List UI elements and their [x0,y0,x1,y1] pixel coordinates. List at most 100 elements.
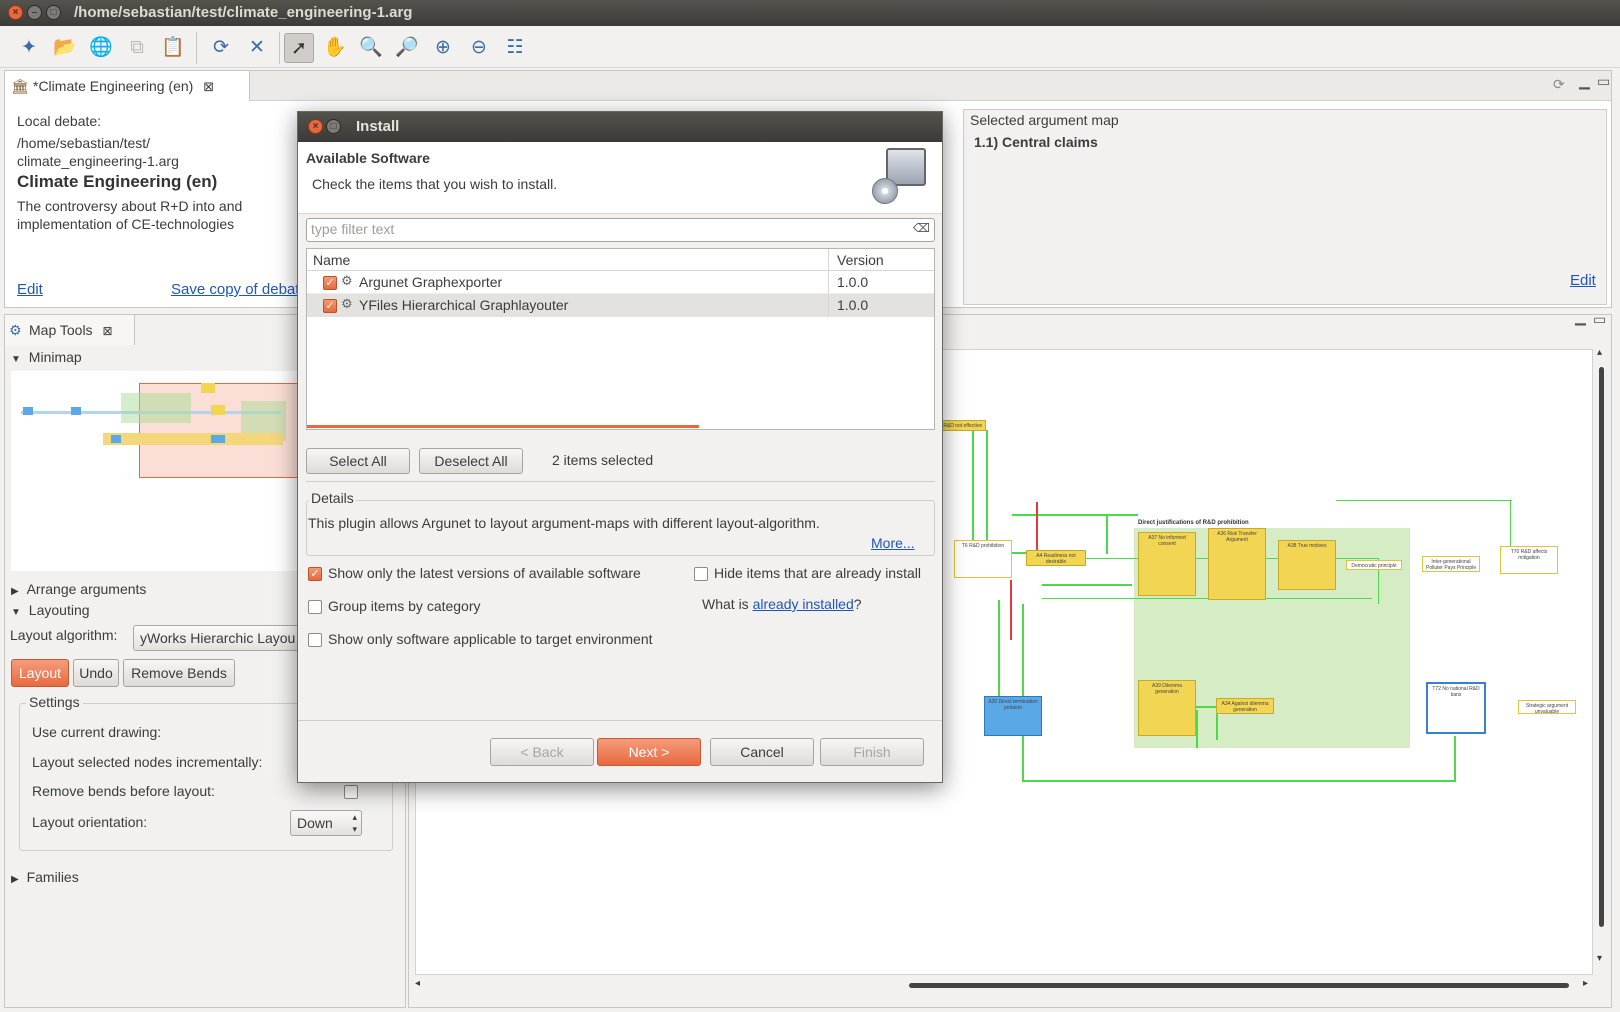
applicable-only-checkbox[interactable] [308,633,322,647]
maximize-window-icon[interactable]: □ [46,5,61,20]
zoom-fit-icon[interactable]: 🔎 [392,33,422,63]
filter-placeholder: type filter text [311,221,395,237]
refresh-icon[interactable]: ⟳ [206,33,236,63]
layout-algorithm-select[interactable]: yWorks Hierarchic Layou [133,625,303,651]
edit-debate-link[interactable]: Edit [17,281,43,298]
view-menu-icon[interactable]: ⟳ [1553,76,1565,93]
scroll-up-icon[interactable]: ▴ [1597,347,1602,358]
dialog-title: Install [356,118,400,135]
map-node-a37[interactable]: A37 No informed consent [1138,532,1196,596]
col-version-header[interactable]: Version [837,252,884,268]
select-all-button[interactable]: Select All [306,448,410,474]
group-category-label[interactable]: Group items by category [328,598,481,614]
item-checkbox[interactable]: ✓ [323,276,337,290]
map-node-a4[interactable]: A4 Readiness not desirable [1026,550,1086,566]
group-category-checkbox[interactable] [308,600,322,614]
col-name-header[interactable]: Name [313,252,350,268]
select-pointer-icon[interactable]: ➚ [284,33,314,63]
back-button[interactable]: < Back [490,738,594,766]
layout-tree-icon[interactable]: ☷ [500,33,530,63]
map-tools-tab[interactable]: ⚙ Map Tools ⊠ [5,315,135,345]
horizontal-scroll-thumb[interactable] [909,983,1569,988]
map-node-t70[interactable]: T70 R&D affects mitigation [1500,546,1558,574]
dialog-titlebar: × □ Install [298,112,942,142]
dialog-close-icon[interactable]: × [308,119,323,134]
close-tab-icon[interactable]: ⊠ [203,79,214,94]
scroll-right-icon[interactable]: ▸ [1583,978,1588,989]
details-label: Details [309,490,356,506]
save-copy-link[interactable]: Save copy of debat [171,281,299,298]
new-debate-icon[interactable]: ✦ [14,33,44,63]
map-node-t72[interactable]: T72 No national R&D bans [1426,682,1486,734]
scroll-left-icon[interactable]: ◂ [415,978,420,989]
map-node-t6[interactable]: T6 R&D prohibition [954,540,1012,578]
layout-orientation-select[interactable]: Down ▴ ▾ [290,810,362,836]
layout-button[interactable]: Layout [11,659,69,687]
map-node-label: A39 Dilemma generation [1151,683,1182,695]
minimap-canvas[interactable] [11,371,303,571]
clear-filter-icon[interactable]: ⌫ [913,221,930,235]
hand-pan-icon[interactable]: ✋ [320,33,350,63]
already-installed-link[interactable]: already installed [753,596,854,612]
more-link[interactable]: More... [871,535,915,551]
close-map-tools-icon[interactable]: ⊠ [102,324,112,338]
map-node-democratic[interactable]: Democratic principle [1346,560,1402,570]
zoom-out-icon[interactable]: ⊖ [464,33,494,63]
paste-icon[interactable]: 📋 [158,33,188,63]
vertical-scroll-thumb[interactable] [1599,367,1604,927]
close-window-icon[interactable]: × [8,5,23,20]
scroll-down-icon[interactable]: ▾ [1597,953,1602,964]
map-node-a38[interactable]: A38 True motives [1278,540,1336,590]
map-node-a36[interactable]: A36 Risk Transfer Argument [1208,528,1266,600]
finish-button[interactable]: Finish [820,738,924,766]
minimap-toggle[interactable]: ▼ Minimap [11,349,82,365]
map-node-a39[interactable]: A39 Dilemma generation [1138,680,1196,736]
applicable-only-label[interactable]: Show only software applicable to target … [328,631,653,647]
layouting-toggle[interactable]: ▼ Layouting [11,602,90,618]
maximize-view-icon[interactable]: ▭ [1593,311,1606,328]
copy-icon[interactable]: ⧉ [122,33,152,63]
remove-bends-checkbox[interactable] [344,785,358,799]
hide-installed-label[interactable]: Hide items that are already install [714,565,921,581]
undo-button[interactable]: Undo [73,659,119,687]
hide-installed-checkbox[interactable] [694,567,708,581]
families-toggle[interactable]: ▶ Families [11,869,79,885]
editor-tab[interactable]: 🏛 *Climate Engineering (en) ⊠ [5,71,250,101]
maximize-view-icon[interactable]: ▭ [1597,73,1610,90]
minimize-window-icon[interactable]: – [27,5,42,20]
item-name: YFiles Hierarchical Graphlayouter [359,297,569,313]
next-button[interactable]: Next > [597,738,701,766]
map-node-strategic[interactable]: Strategic argument unvaluable [1518,700,1576,714]
delete-icon[interactable]: ✕ [242,33,272,63]
horizontal-scrollbar[interactable]: ◂ ▸ [415,978,1593,993]
map-node-polluter-pays[interactable]: Inter-generational Polluter Pays Princip… [1422,556,1480,572]
cancel-button[interactable]: Cancel [710,738,814,766]
globe-icon[interactable]: 🌐 [86,33,116,63]
minimize-view-icon[interactable]: ▁ [1575,309,1586,326]
item-name: Argunet Graphexporter [359,274,503,290]
map-node-label: A38 True motives [1287,543,1327,549]
latest-versions-checkbox[interactable]: ✓ [308,567,322,581]
remove-bends-button[interactable]: Remove Bends [123,659,235,687]
filter-input[interactable]: type filter text ⌫ [306,218,935,242]
map-node-a34[interactable]: A34 Against dilemma generation [1216,698,1274,714]
zoom-actual-icon[interactable]: 🔍 [356,33,386,63]
justification-group-title: Direct justifications of R&D prohibition [1138,520,1249,526]
edge [1010,580,1012,640]
table-row[interactable]: ✓ ⚙ YFiles Hierarchical Graphlayouter 1.… [307,294,934,317]
table-row[interactable]: ✓ ⚙ Argunet Graphexporter 1.0.0 [307,271,934,294]
minimize-view-icon[interactable]: ▁ [1579,73,1590,90]
open-folder-icon[interactable]: 📂 [50,33,80,63]
latest-versions-label[interactable]: Show only the latest versions of availab… [328,565,641,581]
item-checkbox[interactable]: ✓ [323,299,337,313]
zoom-in-icon[interactable]: ⊕ [428,33,458,63]
map-node-a30[interactable]: A30 Direct termination problem [984,696,1042,736]
map-node-label: A36 Risk Transfer Argument [1217,531,1257,543]
vertical-scrollbar[interactable]: ▴ ▾ [1595,347,1609,975]
edit-map-link[interactable]: Edit [1570,272,1596,289]
minimap-node [211,405,225,415]
disc-shape [872,178,898,204]
deselect-all-button[interactable]: Deselect All [419,448,523,474]
arrange-toggle[interactable]: ▶ Arrange arguments [11,581,146,597]
dialog-maximize-icon[interactable]: □ [326,119,341,134]
